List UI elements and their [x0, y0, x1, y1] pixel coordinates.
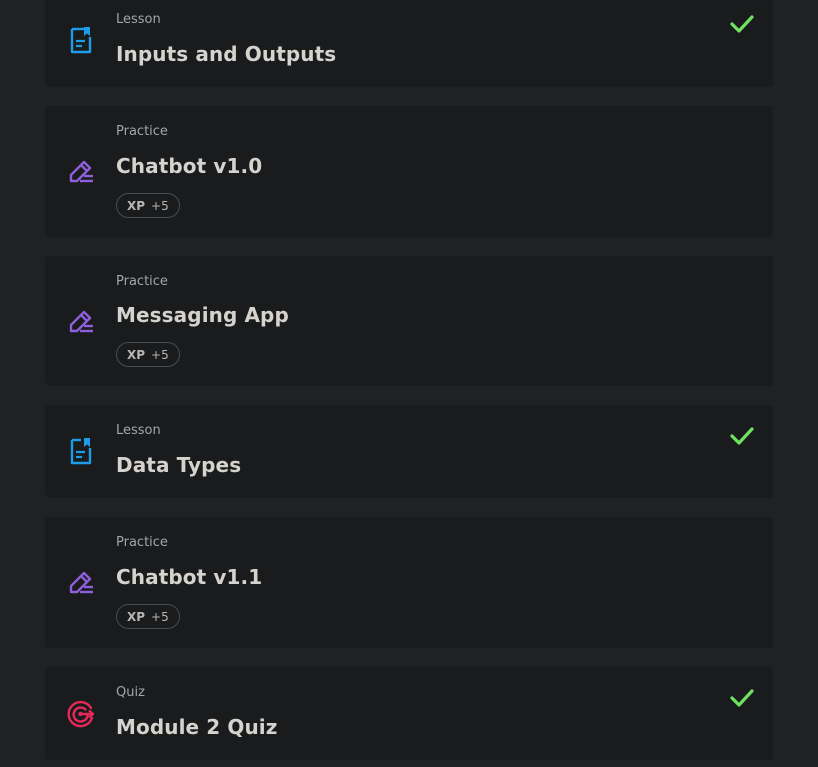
xp-value: +5	[151, 609, 169, 624]
xp-badge: XP +5	[116, 604, 180, 629]
item-title: Messaging App	[116, 303, 289, 327]
item-type-label: Quiz	[116, 685, 145, 700]
xp-badge: XP +5	[116, 342, 180, 367]
course-item-card[interactable]: Practice Chatbot v1.1 XP +5	[45, 517, 773, 648]
completed-check-icon	[729, 425, 755, 447]
xp-label: XP	[127, 347, 146, 362]
practice-pencil-icon	[65, 566, 97, 598]
item-type-label: Practice	[116, 124, 168, 139]
item-type-label: Practice	[116, 274, 168, 289]
lesson-icon	[65, 435, 97, 467]
item-title: Module 2 Quiz	[116, 715, 278, 739]
item-title: Chatbot v1.1	[116, 565, 263, 589]
xp-label: XP	[127, 198, 146, 213]
item-type-label: Practice	[116, 535, 168, 550]
course-item-card[interactable]: Lesson Inputs and Outputs	[45, 0, 773, 87]
practice-pencil-icon	[65, 155, 97, 187]
item-type-label: Lesson	[116, 423, 161, 438]
completed-check-icon	[729, 687, 755, 709]
xp-badge: XP +5	[116, 193, 180, 218]
xp-label: XP	[127, 609, 146, 624]
item-title: Inputs and Outputs	[116, 42, 337, 66]
course-item-card[interactable]: Practice Chatbot v1.0 XP +5	[45, 106, 773, 237]
item-title: Chatbot v1.0	[116, 154, 263, 178]
practice-pencil-icon	[65, 305, 97, 337]
course-item-card[interactable]: Lesson Data Types	[45, 405, 773, 498]
xp-value: +5	[151, 347, 169, 362]
xp-value: +5	[151, 198, 169, 213]
item-type-label: Lesson	[116, 12, 161, 27]
course-item-card[interactable]: Quiz Module 2 Quiz	[45, 667, 773, 760]
quiz-target-icon	[65, 698, 97, 730]
course-item-card[interactable]: Practice Messaging App XP +5	[45, 256, 773, 386]
completed-check-icon	[729, 13, 755, 35]
item-title: Data Types	[116, 453, 242, 477]
lesson-icon	[65, 24, 97, 56]
